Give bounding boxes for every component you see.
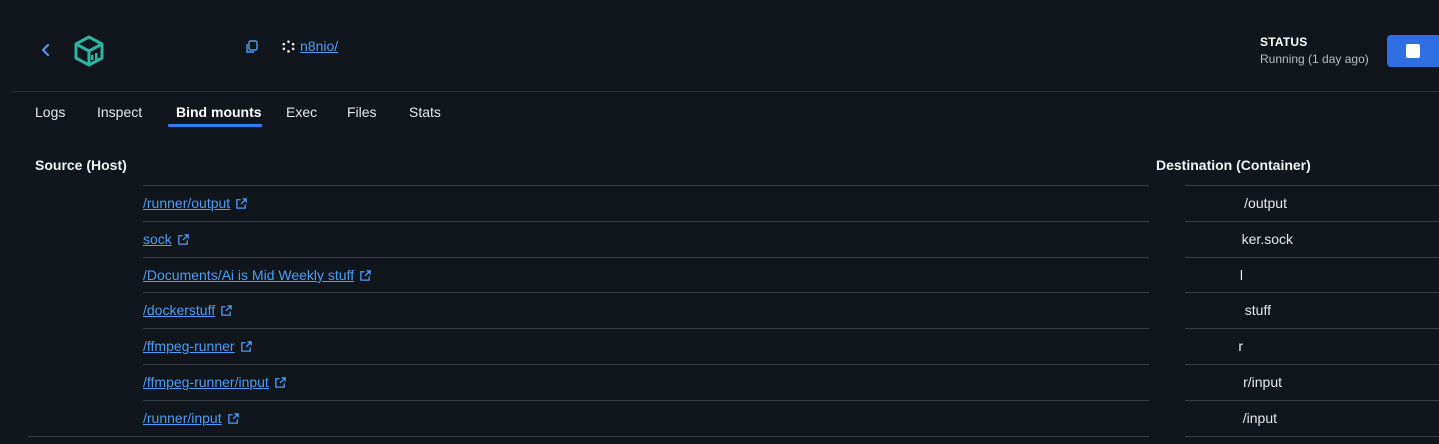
destination-path: /output — [1244, 195, 1287, 211]
table-divider — [143, 185, 1149, 186]
source-cell: /runner/input — [143, 410, 240, 426]
tab-logs[interactable]: Logs — [35, 104, 65, 120]
source-path-link[interactable]: /runner/input — [143, 410, 222, 426]
stop-square-icon — [1406, 44, 1420, 58]
table-divider — [1185, 221, 1439, 222]
back-button[interactable] — [36, 40, 56, 60]
tab-stats[interactable]: Stats — [409, 104, 441, 120]
destination-path: l — [1239, 267, 1243, 283]
table-divider — [1185, 400, 1439, 401]
source-path-link[interactable]: /ffmpeg-runner/input — [143, 374, 269, 390]
table-divider — [143, 400, 1149, 401]
tab-inspect[interactable]: Inspect — [97, 104, 142, 120]
destination-path: r/input — [1243, 374, 1282, 390]
active-tab-indicator — [168, 124, 262, 127]
destination-cell: l — [1150, 267, 1439, 287]
table-divider — [1185, 257, 1439, 258]
table-divider — [143, 257, 1149, 258]
source-path-link[interactable]: /dockerstuff — [143, 302, 215, 318]
table-divider — [1185, 292, 1439, 293]
destination-column-header: Destination (Container) — [1156, 157, 1311, 173]
source-path-link[interactable]: /ffmpeg-runner — [143, 338, 235, 354]
external-link-icon[interactable] — [235, 197, 248, 210]
source-cell: /runner/output — [143, 195, 248, 211]
table-divider — [143, 292, 1149, 293]
external-link-icon[interactable] — [240, 340, 253, 353]
destination-cell: stuff — [1150, 302, 1439, 322]
destination-cell: r — [1150, 338, 1439, 358]
table-divider — [1185, 328, 1439, 329]
source-path-link[interactable]: /Documents/Ai is Mid Weekly stuff — [143, 267, 354, 283]
table-divider — [1185, 185, 1439, 186]
tab-bind-mounts[interactable]: Bind mounts — [176, 104, 262, 120]
destination-path: ker.sock — [1241, 231, 1293, 247]
status-label: STATUS — [1260, 35, 1308, 49]
destination-cell: /output — [1150, 195, 1439, 215]
tab-files[interactable]: Files — [347, 104, 377, 120]
table-divider — [1185, 364, 1439, 365]
container-cube-icon — [74, 35, 104, 67]
table-divider — [143, 364, 1149, 365]
status-value: Running (1 day ago) — [1260, 52, 1369, 66]
external-link-icon[interactable] — [220, 304, 233, 317]
container-header: n8nio/ STATUS Running (1 day ago) — [0, 0, 1439, 92]
destination-cell: /input — [1150, 410, 1439, 430]
stop-button[interactable] — [1387, 35, 1439, 67]
table-divider — [143, 328, 1149, 329]
source-cell: /ffmpeg-runner — [143, 338, 253, 354]
source-path-link[interactable]: sock — [143, 231, 172, 247]
table-divider — [143, 221, 1149, 222]
tab-exec[interactable]: Exec — [286, 104, 317, 120]
status-block: STATUS Running (1 day ago) — [1260, 35, 1369, 66]
source-cell: sock — [143, 231, 190, 247]
destination-path: stuff — [1244, 302, 1271, 318]
source-cell: /dockerstuff — [143, 302, 233, 318]
chevron-left-icon — [42, 44, 49, 56]
copy-icon[interactable] — [244, 39, 260, 55]
external-link-icon[interactable] — [177, 233, 190, 246]
destination-path: r — [1238, 338, 1243, 354]
image-link[interactable]: n8nio/ — [300, 38, 338, 54]
destination-cell: r/input — [1150, 374, 1439, 394]
destination-path: /input — [1242, 410, 1277, 426]
external-link-icon[interactable] — [359, 269, 372, 282]
external-link-icon[interactable] — [227, 412, 240, 425]
table-divider — [1185, 436, 1439, 437]
destination-cell: ker.sock — [1150, 231, 1439, 251]
image-hexagon-icon — [282, 39, 295, 53]
source-cell: /ffmpeg-runner/input — [143, 374, 287, 390]
table-divider — [28, 436, 1149, 437]
source-path-link[interactable]: /runner/output — [143, 195, 230, 211]
external-link-icon[interactable] — [274, 376, 287, 389]
source-column-header: Source (Host) — [35, 157, 127, 173]
source-cell: /Documents/Ai is Mid Weekly stuff — [143, 267, 372, 283]
image-link-group: n8nio/ — [282, 38, 338, 54]
